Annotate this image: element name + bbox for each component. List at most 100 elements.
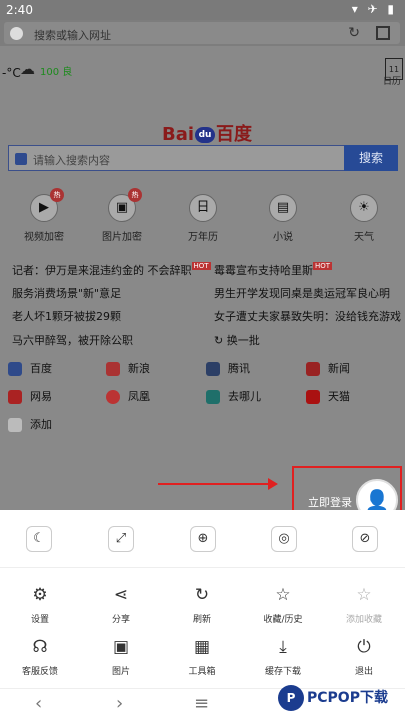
menu-label: 退出	[354, 667, 373, 677]
quick-weather[interactable]: ☀ 天气	[334, 194, 394, 243]
page-content: -°C ☁ 100 良 11 日历 Bai du 百度 请输入搜索内容 搜索 ▶ 热…	[0, 46, 405, 510]
menu-label: 缓存下载	[264, 667, 301, 677]
forward-icon[interactable]: ›	[116, 693, 123, 714]
menu-feedback[interactable]: ☊ 客服反馈	[10, 636, 70, 677]
ifeng-icon	[106, 390, 120, 404]
refresh-icon[interactable]: ↻	[348, 25, 360, 41]
star-icon: ☆	[275, 585, 291, 605]
menu-label: 客服反馈	[21, 667, 58, 677]
hot-tag: HOT	[191, 262, 211, 270]
image-icon: ▣	[112, 637, 130, 657]
quick-image-encrypt[interactable]: ▣ 热 图片加密	[92, 188, 152, 243]
site-news[interactable]: 新闻	[306, 360, 350, 376]
star-add-icon: ☆	[356, 585, 372, 605]
menu-bookmarks-history[interactable]: ☆ 收藏/历史	[253, 584, 313, 625]
menu-add-bookmark[interactable]: ☆ 添加收藏	[334, 584, 394, 625]
fullscreen-icon[interactable]: ⤢	[108, 526, 134, 552]
news-item[interactable]: 老人坏1颗牙被拔29颗	[12, 308, 121, 324]
site-label: 新闻	[328, 362, 350, 375]
share-icon: ⋖	[113, 585, 129, 605]
menu-settings[interactable]: ⚙ 设置	[10, 584, 70, 625]
search-input[interactable]: 请输入搜索内容	[8, 145, 346, 171]
menu-label: 收藏/历史	[263, 615, 303, 625]
menu-label: 添加收藏	[345, 615, 382, 625]
news-item[interactable]: 记者：伊万是来混违约金的 不会辞职 HOT	[12, 262, 211, 278]
toolbox-icon: ▦	[193, 637, 211, 657]
news-item[interactable]: 女子遭丈夫家暴致失明：没给钱充游戏	[214, 308, 401, 324]
add-tab-icon[interactable]: ⊕	[190, 526, 216, 552]
site-label: 天猫	[328, 390, 350, 403]
site-tencent[interactable]: 腾讯	[206, 360, 250, 376]
url-input[interactable]: 搜索或输入网址 ↻	[4, 22, 400, 44]
night-mode-icon[interactable]: ☾	[26, 526, 52, 552]
quick-video-encrypt[interactable]: ▶ 热 视频加密	[14, 188, 74, 243]
qr-scan-icon[interactable]	[376, 26, 390, 40]
status-bar: 2:40 ▾ ✈ ▮	[0, 0, 405, 20]
netease-icon	[8, 390, 22, 404]
calendar-day: 11	[388, 65, 400, 74]
annotation-arrow	[158, 483, 276, 485]
menu-share[interactable]: ⋖ 分享	[91, 584, 151, 625]
headset-icon: ☊	[32, 637, 48, 657]
tmall-icon	[306, 390, 320, 404]
quick-novel[interactable]: ▤ 小说	[253, 194, 313, 243]
download-icon: ⤓	[279, 637, 287, 657]
back-icon[interactable]: ‹	[35, 693, 42, 714]
plus-icon	[8, 418, 22, 432]
hot-badge: 热	[50, 188, 64, 202]
menu-refresh[interactable]: ↻ 刷新	[172, 584, 232, 625]
news-text: 记者：伊万是来混违约金的 不会辞职	[12, 264, 192, 277]
search-placeholder: 请输入搜索内容	[33, 154, 110, 167]
menu-images[interactable]: ▣ 图片	[91, 636, 151, 677]
news-text: 霉霉宣布支持哈里斯	[214, 264, 313, 277]
add-site-button[interactable]: 添加	[8, 416, 52, 432]
paw-icon	[15, 153, 27, 165]
news-item[interactable]: 霉霉宣布支持哈里斯 HOT	[214, 262, 333, 278]
search-button[interactable]: 搜索	[344, 145, 398, 171]
menu-label: 图片	[111, 667, 130, 677]
watermark-logo: P	[278, 685, 304, 711]
site-label: 百度	[30, 362, 52, 375]
quick-label: 视频加密	[24, 232, 64, 243]
no-image-icon[interactable]: ⊘	[352, 526, 378, 552]
site-sina[interactable]: 新浪	[106, 360, 150, 376]
menu-label: 工具箱	[188, 667, 216, 677]
brand-pre: Bai	[162, 124, 195, 145]
site-baidu[interactable]: 百度	[8, 360, 52, 376]
incognito-icon[interactable]: ◎	[271, 526, 297, 552]
site-ifeng[interactable]: 凤凰	[106, 388, 150, 404]
watermark-text: PCPOP下载	[307, 690, 388, 706]
site-label: 新浪	[128, 362, 150, 375]
qunar-icon	[206, 390, 220, 404]
site-qunar[interactable]: 去哪儿	[206, 388, 261, 404]
menu-downloads[interactable]: ⤓ 缓存下载	[253, 636, 313, 677]
refresh-news-button[interactable]: ↻ 换一批	[214, 332, 260, 348]
sina-icon	[106, 362, 120, 376]
site-tmall[interactable]: 天猫	[306, 388, 350, 404]
annotation-arrowhead	[268, 478, 278, 490]
cloud-icon: ☁	[20, 60, 35, 78]
site-label: 添加	[30, 418, 52, 431]
news-item[interactable]: 服务消费场景"新"意足	[12, 285, 121, 301]
hot-badge: 热	[128, 188, 142, 202]
menu-exit[interactable]: ⏻ 退出	[334, 636, 394, 677]
browser-logo-icon	[10, 27, 23, 40]
book-icon: ▤	[269, 194, 297, 222]
status-time: 2:40	[6, 3, 33, 17]
air-quality: 100 良	[40, 67, 73, 78]
site-label: 去哪儿	[228, 390, 261, 403]
quick-label: 图片加密	[102, 232, 142, 243]
calendar-label: 日历	[383, 77, 402, 87]
site-netease[interactable]: 网易	[8, 388, 52, 404]
calendar-icon: 日	[189, 194, 217, 222]
weather-temp: -°C	[2, 66, 21, 80]
menu-icon[interactable]: ≡	[194, 693, 209, 714]
refresh-icon: ↻	[214, 334, 227, 347]
menu-toolbox[interactable]: ▦ 工具箱	[172, 636, 232, 677]
sun-icon: ☀	[350, 194, 378, 222]
news-item[interactable]: 马六甲醉驾，被开除公职	[12, 332, 133, 348]
news-item[interactable]: 男生开学发现同桌是奥运冠军良心明	[214, 285, 390, 301]
quick-label: 万年历	[188, 232, 218, 243]
quick-calendar[interactable]: 日 万年历	[173, 194, 233, 243]
news-icon	[306, 362, 320, 376]
